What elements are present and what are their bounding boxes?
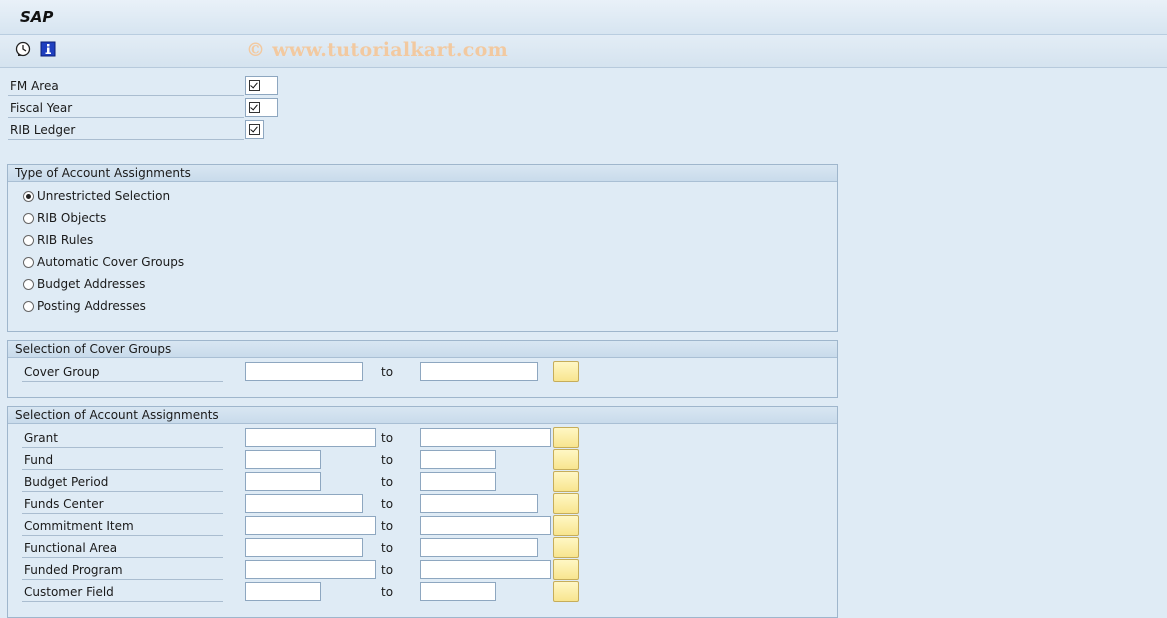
budget-period-from-input[interactable]: [245, 472, 321, 491]
cover-group-multiple-selection-button[interactable]: [553, 361, 579, 382]
funded-program-to-input[interactable]: [420, 560, 551, 579]
fund-to-input[interactable]: [420, 450, 496, 469]
funded-program-from-input[interactable]: [245, 560, 376, 579]
funds-center-from-input[interactable]: [245, 494, 363, 513]
grant-multiple-selection-button[interactable]: [553, 427, 579, 448]
to-label: to: [381, 365, 394, 379]
window-title: SAP: [20, 8, 54, 26]
customer-field-to-input[interactable]: [420, 582, 496, 601]
cover-group-to-input[interactable]: [420, 362, 538, 381]
funds-center-multiple-selection-button[interactable]: [553, 493, 579, 514]
fiscal-year-label: Fiscal Year: [8, 98, 244, 118]
radio-label: RIB Rules: [37, 233, 94, 247]
radio-rib-objects[interactable]: RIB Objects: [23, 209, 106, 227]
type-of-account-assignments-frame: Type of Account Assignments Unrestricted…: [7, 164, 838, 332]
budget-period-label: Budget Period: [22, 472, 223, 492]
functional-area-from-input[interactable]: [245, 538, 363, 557]
to-label: to: [381, 541, 394, 555]
frame-title: Type of Account Assignments: [8, 165, 837, 182]
to-label: to: [381, 497, 394, 511]
radio-posting-addresses[interactable]: Posting Addresses: [23, 297, 146, 315]
radio-label: RIB Objects: [37, 211, 107, 225]
fm-area-checkbox[interactable]: [245, 76, 278, 95]
budget-period-to-input[interactable]: [420, 472, 496, 491]
info-icon[interactable]: [40, 41, 56, 57]
radio-label: Automatic Cover Groups: [37, 255, 185, 269]
radio-button-icon: [23, 279, 34, 290]
grant-from-input[interactable]: [245, 428, 376, 447]
watermark-text: © www.tutorialkart.com: [246, 39, 509, 61]
cover-group-label: Cover Group: [22, 362, 223, 382]
fund-from-input[interactable]: [245, 450, 321, 469]
radio-automatic-cover-groups[interactable]: Automatic Cover Groups: [23, 253, 184, 271]
radio-button-icon: [23, 213, 34, 224]
commitment-item-label: Commitment Item: [22, 516, 223, 536]
title-bar: SAP: [0, 0, 1167, 35]
commitment-item-from-input[interactable]: [245, 516, 376, 535]
radio-budget-addresses[interactable]: Budget Addresses: [23, 275, 145, 293]
frame-title: Selection of Account Assignments: [8, 407, 837, 424]
fiscal-year-checkbox[interactable]: [245, 98, 278, 117]
rib-ledger-label: RIB Ledger: [8, 120, 244, 140]
commitment-item-to-input[interactable]: [420, 516, 551, 535]
fund-label: Fund: [22, 450, 223, 470]
customer-field-multiple-selection-button[interactable]: [553, 581, 579, 602]
selection-screen: FM Area Fiscal Year RIB Ledger Type of A…: [0, 68, 1167, 618]
funds-center-label: Funds Center: [22, 494, 223, 514]
radio-button-icon: [23, 257, 34, 268]
funded-program-label: Funded Program: [22, 560, 223, 580]
radio-unrestricted-selection[interactable]: Unrestricted Selection: [23, 187, 170, 205]
rib-ledger-checkbox[interactable]: [245, 120, 264, 139]
functional-area-label: Functional Area: [22, 538, 223, 558]
checkmark-icon: [249, 102, 260, 113]
application-toolbar: © www.tutorialkart.com: [0, 35, 1167, 68]
budget-period-multiple-selection-button[interactable]: [553, 471, 579, 492]
radio-rib-rules[interactable]: RIB Rules: [23, 231, 93, 249]
radio-button-icon: [23, 235, 34, 246]
customer-field-label: Customer Field: [22, 582, 223, 602]
radio-label: Posting Addresses: [37, 299, 146, 313]
execute-clock-icon[interactable]: [15, 41, 31, 57]
funded-program-multiple-selection-button[interactable]: [553, 559, 579, 580]
radio-label: Budget Addresses: [37, 277, 146, 291]
customer-field-from-input[interactable]: [245, 582, 321, 601]
cover-group-from-input[interactable]: [245, 362, 363, 381]
functional-area-multiple-selection-button[interactable]: [553, 537, 579, 558]
checkmark-icon: [249, 80, 260, 91]
fm-area-label: FM Area: [8, 76, 244, 96]
radio-button-icon: [23, 191, 34, 202]
to-label: to: [381, 585, 394, 599]
to-label: to: [381, 431, 394, 445]
functional-area-to-input[interactable]: [420, 538, 538, 557]
radio-button-icon: [23, 301, 34, 312]
radio-label: Unrestricted Selection: [37, 189, 171, 203]
funds-center-to-input[interactable]: [420, 494, 538, 513]
grant-to-input[interactable]: [420, 428, 551, 447]
commitment-item-multiple-selection-button[interactable]: [553, 515, 579, 536]
to-label: to: [381, 563, 394, 577]
to-label: to: [381, 519, 394, 533]
frame-title: Selection of Cover Groups: [8, 341, 837, 358]
to-label: to: [381, 475, 394, 489]
fund-multiple-selection-button[interactable]: [553, 449, 579, 470]
grant-label: Grant: [22, 428, 223, 448]
to-label: to: [381, 453, 394, 467]
checkmark-icon: [249, 124, 260, 135]
